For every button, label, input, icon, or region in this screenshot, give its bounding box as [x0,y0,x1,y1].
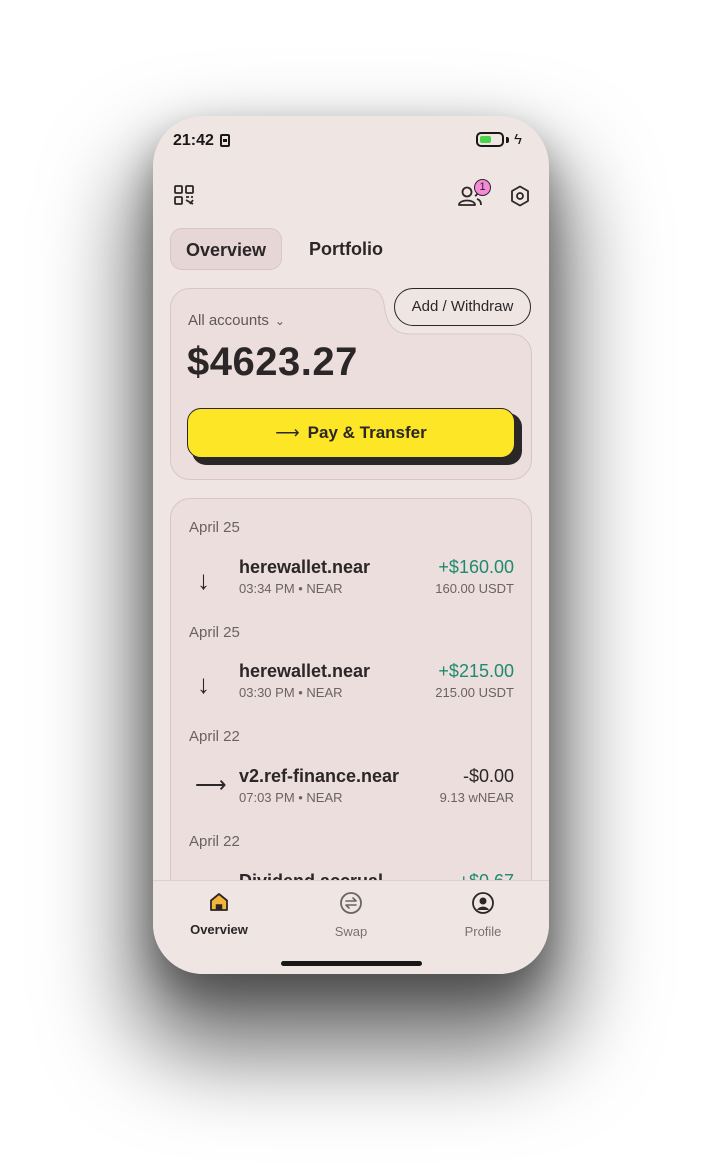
add-withdraw-button[interactable]: Add / Withdraw [394,288,531,326]
transaction-row[interactable]: ↓ herewallet.near 03:30 PM • NEAR +$215.… [171,661,531,709]
transaction-meta: 03:34 PM • NEAR [239,581,343,596]
qr-scan-icon[interactable] [174,185,194,205]
nav-swap[interactable]: Swap [296,891,406,939]
nav-label: Profile [464,924,502,939]
nav-label: Swap [334,924,368,939]
home-icon [210,893,228,911]
arrow-right-icon: ⟶ [275,423,300,442]
status-bar: 21:42 ϟ [153,116,549,166]
nav-profile[interactable]: Profile [428,891,538,939]
pay-transfer-label: Pay & Transfer [307,423,427,442]
date-header: April 25 [189,519,240,536]
arrow-down-icon: ↓ [197,669,210,699]
total-balance: $4623.27 [187,340,358,384]
transaction-row[interactable]: ⟶ v2.ref-finance.near 07:03 PM • NEAR -$… [171,766,531,814]
date-header: April 22 [189,728,240,745]
accounts-label: All accounts [188,312,269,329]
transaction-name: herewallet.near [239,557,371,577]
transaction-name: v2.ref-finance.near [239,766,400,786]
battery-icon [476,132,504,147]
battery-level [480,136,491,143]
transaction-meta: 03:30 PM • NEAR [239,685,343,700]
transaction-amount: -$0.00 [462,766,514,786]
accounts-selector[interactable]: All accounts ⌄ [188,312,285,329]
charging-icon: ϟ [514,131,522,148]
transaction-row[interactable]: ↓ herewallet.near 03:34 PM • NEAR +$160.… [171,557,531,605]
transaction-amount: +$160.00 [438,557,514,577]
transaction-token-amount: 215.00 USDT [435,685,514,700]
nav-label: Overview [190,922,248,937]
pay-transfer-button[interactable]: ⟶ Pay & Transfer [187,408,515,458]
phone-screen: 21:42 ϟ 1 Overview Portfolio All account… [153,116,549,974]
profile-icon [472,892,494,914]
transaction-token-amount: 9.13 wNEAR [439,790,514,805]
nav-overview[interactable]: Overview [164,891,274,937]
transaction-token-amount: 160.00 USDT [435,581,514,596]
settings-icon[interactable] [510,185,530,207]
tab-overview[interactable]: Overview [170,228,282,270]
transactions-list: April 25 ↓ herewallet.near 03:34 PM • NE… [170,498,532,918]
transaction-amount: +$215.00 [438,661,514,681]
notification-badge: 1 [474,179,491,196]
home-indicator[interactable] [281,961,422,966]
swap-icon [340,892,362,914]
tab-portfolio[interactable]: Portfolio [298,228,394,270]
arrow-right-icon: ⟶ [195,772,227,797]
date-header: April 22 [189,833,240,850]
balance-card: All accounts ⌄ $4623.27 Add / Withdraw ⟶ P… [170,288,532,480]
bottom-nav: Overview Swap Profile [153,880,549,974]
battery-nub [506,137,509,143]
transaction-meta: 07:03 PM • NEAR [239,790,343,805]
status-time: 21:42 [173,132,214,149]
chevron-down-icon: ⌄ [274,314,285,328]
transaction-name: herewallet.near [239,661,371,681]
sim-icon [220,134,230,147]
arrow-down-icon: ↓ [197,565,210,595]
date-header: April 25 [189,624,240,641]
